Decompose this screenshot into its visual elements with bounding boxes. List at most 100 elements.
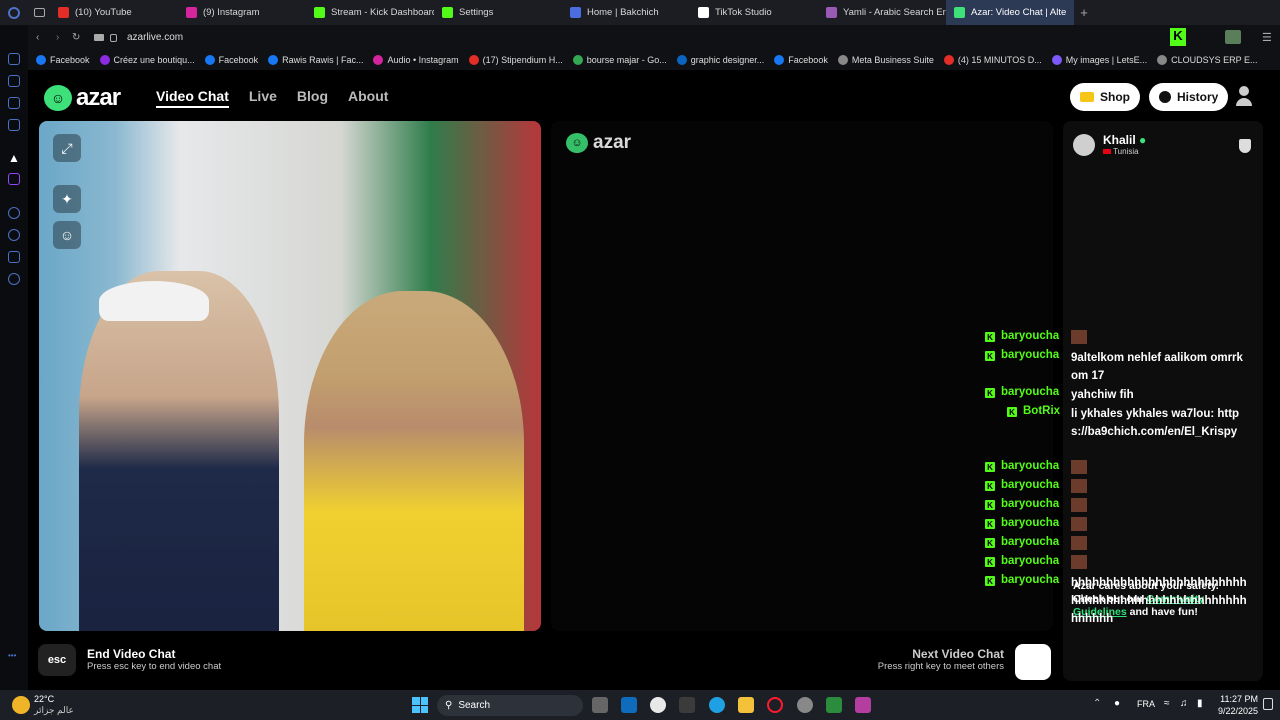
nav-blog[interactable]: Blog [297,88,328,108]
chat-username[interactable]: baryoucha [1001,536,1065,548]
browser-tab[interactable]: Home | Bakchich [562,0,690,25]
sidebar-more-icon[interactable]: ••• [8,651,16,660]
nav-about[interactable]: About [348,88,388,108]
weather-icon[interactable] [12,696,30,714]
opera-logo-icon[interactable] [0,6,28,19]
bookmark-item[interactable]: Facebook [36,55,90,65]
sidebar-messenger-icon[interactable] [8,97,20,109]
clock[interactable]: 11:27 PM 9/22/2025 [1212,693,1258,717]
language-indicator[interactable]: FRA [1137,699,1155,709]
task-view-icon[interactable] [592,697,608,713]
url-field[interactable]: azarlive.com [127,32,183,43]
media-player-icon[interactable] [826,697,842,713]
bookmark-item[interactable]: My images | LetsE... [1051,55,1147,65]
opera-icon[interactable] [767,697,783,713]
tab-menu-icon[interactable] [28,8,50,17]
sidebar-tiktok-icon[interactable]: ▲ [8,151,20,165]
volume-icon[interactable]: ♫ [1180,698,1188,709]
partner-azar-watermark: ☺ azar [566,132,631,154]
bookmark-item[interactable]: (4) 15 MINUTOS D... [943,55,1042,65]
account-icon[interactable] [1235,86,1253,108]
bookmark-item[interactable]: Créez une boutiqu... [99,55,195,65]
next-key-button[interactable] [1015,644,1051,680]
chat-username[interactable]: BotRix [1023,405,1065,417]
mic-icon[interactable]: ● [1114,698,1120,709]
browser-tab[interactable]: (10) YouTube [50,0,178,25]
bookmark-item[interactable]: Facebook [204,55,258,65]
forward-icon[interactable]: › [56,32,59,43]
taskbar-search[interactable]: ⚲ Search [437,695,583,716]
windows-start-icon[interactable] [412,697,428,713]
sidebar-extension-icon[interactable] [8,53,20,65]
chat-username[interactable]: baryoucha [1001,498,1065,510]
browser-tab[interactable]: Stream - Kick Dashboard [306,0,434,25]
chat-username[interactable]: baryoucha [1001,517,1065,529]
outlook-icon[interactable] [621,697,637,713]
tray-chevron-icon[interactable]: ⌃ [1093,698,1101,709]
bookmark-item[interactable]: Facebook [774,55,828,65]
sidebar-bag-icon[interactable] [8,75,20,87]
tab-label: TikTok Studio [715,7,772,18]
bookmark-item[interactable]: CLOUDSYS ERP E... [1157,55,1257,65]
file-explorer-icon[interactable] [738,697,754,713]
bookmark-label: CLOUDSYS ERP E... [1171,55,1258,65]
chat-username[interactable]: baryoucha [1001,479,1065,491]
tab-label: Azar: Video Chat | Alte [971,7,1067,18]
sticker-button[interactable]: ☺ [53,221,81,249]
bookmark-item[interactable]: Rawis Rawis | Fac... [268,55,363,65]
bookmark-item[interactable]: Meta Business Suite [837,55,934,65]
kick-extension-icon[interactable]: K [1170,28,1186,46]
effects-button[interactable]: ✦ [53,185,81,213]
nav-live[interactable]: Live [249,88,277,108]
expand-button[interactable]: ⤢ [53,134,81,162]
kick-badge-icon: K [985,481,995,491]
bookmark-favicon-icon [774,55,785,65]
sidebar-history-icon[interactable] [8,207,20,219]
wifi-icon[interactable]: ≈ [1164,698,1170,709]
browser-tab[interactable]: (9) Instagram [178,0,306,25]
history-button[interactable]: History [1149,83,1229,111]
shop-button[interactable]: Shop [1070,83,1140,111]
nav-video-chat[interactable]: Video Chat [156,88,229,108]
bookmark-item[interactable]: Audio • Instagram [373,55,459,65]
bookmark-item[interactable]: bourse majar - Go... [572,55,667,65]
partner-avatar[interactable] [1073,133,1095,156]
store-icon[interactable] [679,697,695,713]
slack-icon[interactable] [650,697,666,713]
chat-username[interactable]: baryoucha [1001,555,1065,567]
browser-tab[interactable]: Yamli - Arabic Search Eng [818,0,946,25]
new-tab-button[interactable]: + [1074,5,1094,20]
chat-username[interactable]: baryoucha [1001,330,1065,342]
profile-icon[interactable] [1225,30,1241,44]
sidebar-chat-icon[interactable] [8,119,20,131]
esc-key-button[interactable]: esc [38,644,76,676]
back-icon[interactable]: ‹ [36,32,39,43]
next-chat-info[interactable]: Next Video Chat Press right key to meet … [868,647,1004,672]
reload-icon[interactable]: ↻ [72,32,80,43]
sidebar-cube-icon[interactable] [8,251,20,263]
battery-icon[interactable]: ▮ [1197,698,1203,709]
azar-logo[interactable]: ☺ azar [44,84,121,112]
bookmark-item[interactable]: graphic designer... [676,55,765,65]
chat-username[interactable]: baryoucha [1001,460,1065,472]
sidebar-twitch-icon[interactable] [8,173,20,185]
menu-icon[interactable]: ☰ [1262,31,1272,44]
chat-username[interactable]: baryoucha [1001,386,1065,398]
kick-badge-icon: K [985,500,995,510]
notification-icon[interactable] [1263,698,1273,710]
chat-username[interactable]: baryoucha [1001,574,1065,586]
browser-tab[interactable]: Azar: Video Chat | Alte [946,0,1074,25]
browser-tab[interactable]: TikTok Studio [690,0,818,25]
weather-widget[interactable]: 22°C عالم جزائر [34,694,74,716]
app-icon[interactable] [855,697,871,713]
sidebar-settings-icon[interactable] [8,273,20,285]
edge-icon[interactable] [709,697,725,713]
bookmark-item[interactable]: (17) Stipendium H... [468,55,563,65]
bookmark-label: graphic designer... [690,55,765,65]
chat-username[interactable]: baryoucha [1001,349,1065,361]
end-chat-info[interactable]: End Video Chat Press esc key to end vide… [87,647,221,672]
report-shield-icon[interactable] [1239,139,1251,153]
browser-tab[interactable]: Settings [434,0,562,25]
sidebar-clock-icon[interactable] [8,229,20,241]
chrome-icon[interactable] [797,697,813,713]
